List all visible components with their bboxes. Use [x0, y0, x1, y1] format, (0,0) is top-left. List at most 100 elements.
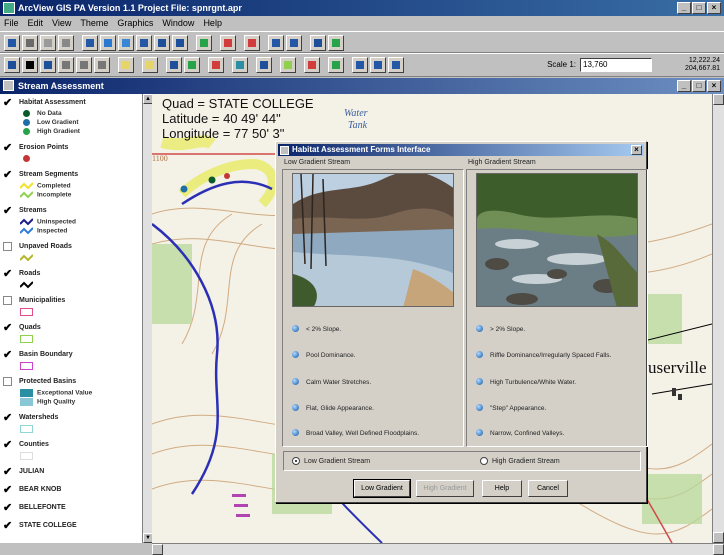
toc-legend-entry: Incomplete — [19, 191, 71, 199]
label-tool[interactable] — [184, 57, 200, 73]
pan-tool[interactable] — [118, 57, 134, 73]
report-tool[interactable] — [352, 57, 368, 73]
toc-legend-entry — [20, 362, 37, 370]
menu-help[interactable]: Help — [203, 16, 222, 30]
toc-legend-entry: Inspected — [19, 227, 68, 235]
low-gradient-button[interactable]: Low Gradient — [353, 479, 411, 498]
low-bullet-2: Pool Dominance. — [292, 351, 356, 359]
print-tool[interactable] — [370, 57, 386, 73]
draw-polygon-tool[interactable] — [280, 57, 296, 73]
export-tool[interactable] — [388, 57, 404, 73]
close-icon[interactable]: × — [707, 2, 721, 14]
view-close-icon[interactable]: × — [707, 80, 721, 92]
map-scroll-left-icon[interactable] — [152, 544, 163, 555]
checkmark-icon[interactable]: ✔ — [3, 143, 14, 154]
draw-point-tool[interactable] — [232, 57, 248, 73]
dialog-close-icon[interactable]: × — [631, 145, 642, 155]
menu-theme[interactable]: Theme — [80, 16, 108, 30]
cancel-button[interactable]: Cancel — [528, 480, 568, 497]
checkmark-icon[interactable]: ✔ — [3, 485, 14, 496]
menu-window[interactable]: Window — [162, 16, 194, 30]
zoom-in-button[interactable] — [220, 35, 236, 51]
habitat-assessment-button[interactable] — [328, 35, 344, 51]
map-vertical-scrollbar[interactable] — [712, 94, 724, 543]
toc-scrollbar[interactable]: ▲ ▼ — [142, 94, 153, 543]
zoom-out-button[interactable] — [244, 35, 260, 51]
map-scroll-down-icon[interactable] — [713, 532, 724, 543]
checkmark-icon[interactable]: ✔ — [3, 503, 14, 514]
checkmark-icon[interactable]: ✔ — [3, 98, 14, 109]
view-minimize-icon[interactable]: _ — [677, 80, 691, 92]
map-horizontal-scrollbar[interactable] — [152, 543, 724, 555]
theme-properties-button[interactable] — [40, 35, 56, 51]
open-table-button[interactable] — [82, 35, 98, 51]
add-theme-button[interactable] — [22, 35, 38, 51]
edit-legend-button[interactable] — [58, 35, 74, 51]
map-scroll-up-icon[interactable] — [713, 94, 724, 105]
high-gradient-radio[interactable]: High Gradient Stream — [480, 457, 560, 465]
vertex-edit-tool[interactable] — [40, 57, 56, 73]
map-contour-label: 1100 — [152, 154, 168, 163]
identify-tool[interactable] — [4, 57, 20, 73]
checkmark-icon[interactable]: ✔ — [3, 170, 14, 181]
zoom-out-tool[interactable] — [94, 57, 110, 73]
checkbox-empty-icon[interactable] — [3, 296, 12, 305]
checkbox-empty-icon[interactable] — [3, 377, 12, 386]
toc-layer-name: Unpaved Roads — [19, 243, 72, 250]
measure-tool[interactable] — [142, 57, 158, 73]
coord-y: 204,667.81 — [684, 65, 720, 72]
menu-view[interactable]: View — [52, 16, 71, 30]
checkmark-icon[interactable]: ✔ — [3, 440, 14, 451]
text-tool[interactable] — [208, 57, 224, 73]
map-scroll-right-icon[interactable] — [713, 544, 724, 555]
select-features-button[interactable] — [286, 35, 302, 51]
zoom-selected-button[interactable] — [196, 35, 212, 51]
save-project-button[interactable] — [4, 35, 20, 51]
checkmark-icon[interactable]: ✔ — [3, 413, 14, 424]
legend-label: Inspected — [37, 227, 68, 235]
checkmark-icon[interactable]: ✔ — [3, 269, 14, 280]
menu-graphics[interactable]: Graphics — [117, 16, 153, 30]
toc-legend-entry: High Quality — [20, 398, 75, 406]
pointer-tool[interactable] — [22, 57, 38, 73]
checkmark-icon[interactable]: ✔ — [3, 467, 14, 478]
zoom-previous-button[interactable] — [268, 35, 284, 51]
checkbox-empty-icon[interactable] — [3, 242, 12, 251]
erosion-point-tool[interactable] — [304, 57, 320, 73]
menu-edit[interactable]: Edit — [28, 16, 44, 30]
checkmark-icon[interactable]: ✔ — [3, 521, 14, 532]
toc-layer-name: Erosion Points — [19, 144, 69, 151]
scale-input[interactable]: 13,760 — [580, 58, 652, 72]
minimize-icon[interactable]: _ — [677, 2, 691, 14]
stream-segment-tool[interactable] — [328, 57, 344, 73]
checkmark-icon[interactable]: ✔ — [3, 350, 14, 361]
toc-layer-name: Stream Segments — [19, 171, 79, 178]
legend-label: No Data — [37, 110, 62, 118]
zoom-active-themes-button[interactable] — [172, 35, 188, 51]
toc-legend-entry — [20, 335, 37, 343]
high-gradient-button[interactable]: High Gradient — [416, 480, 474, 497]
checkmark-icon[interactable]: ✔ — [3, 323, 14, 334]
help-button[interactable] — [310, 35, 326, 51]
zoom-in-tool[interactable] — [76, 57, 92, 73]
radio-selected-icon — [292, 457, 300, 465]
draw-line-tool[interactable] — [256, 57, 272, 73]
toc-legend-entry — [19, 254, 37, 262]
locate-button[interactable] — [118, 35, 134, 51]
maximize-icon[interactable]: □ — [692, 2, 706, 14]
legend-label: High Quality — [37, 398, 76, 406]
menu-file[interactable]: File — [4, 16, 19, 30]
gradient-radio-group: Low Gradient Stream High Gradient Stream — [283, 451, 641, 471]
select-feature-tool[interactable] — [58, 57, 74, 73]
low-gradient-radio[interactable]: Low Gradient Stream — [292, 457, 370, 465]
query-builder-button[interactable] — [136, 35, 152, 51]
zoom-full-extent-button[interactable] — [154, 35, 170, 51]
hotlink-tool[interactable] — [166, 57, 182, 73]
high-bullet-1: > 2% Slope. — [476, 325, 525, 333]
find-button[interactable] — [100, 35, 116, 51]
low-gradient-stream-photo — [292, 173, 454, 307]
view-maximize-icon[interactable]: □ — [692, 80, 706, 92]
help-button[interactable]: Help — [482, 480, 522, 497]
legend-line-symbol-icon — [19, 281, 34, 289]
checkmark-icon[interactable]: ✔ — [3, 206, 14, 217]
